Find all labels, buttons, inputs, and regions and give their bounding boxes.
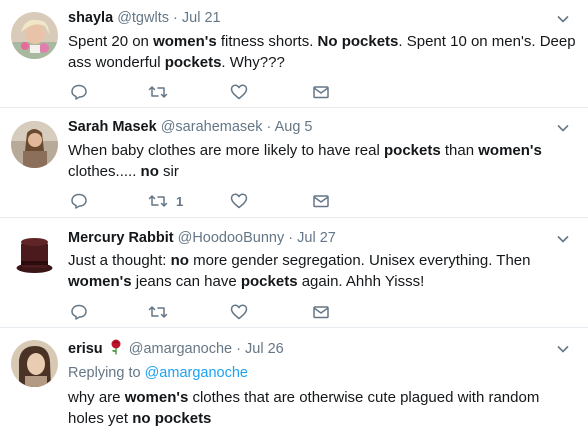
highlighted-keyword: no xyxy=(170,252,189,269)
tweet-feed: shayla @tgwlts · Jul 21 Spent 20 on wome… xyxy=(0,0,588,443)
display-name[interactable]: shayla xyxy=(68,10,113,26)
separator: · xyxy=(266,119,272,135)
text-segment: sir xyxy=(158,163,179,180)
tweet-header: shayla @tgwlts · Jul 21 xyxy=(68,9,221,27)
highlighted-keyword: women's xyxy=(124,389,189,406)
direct-message-button[interactable] xyxy=(312,302,330,322)
text-segment: fitness shorts. xyxy=(216,33,318,50)
highlighted-keyword: no pockets xyxy=(132,410,212,427)
tweet-actions xyxy=(68,82,338,102)
reply-icon xyxy=(71,84,87,100)
like-button[interactable] xyxy=(230,82,248,102)
like-button[interactable] xyxy=(230,302,248,322)
retweet-icon xyxy=(148,306,168,318)
reply-button[interactable] xyxy=(70,82,88,102)
text-segment: why are xyxy=(68,389,125,406)
chevron-down-icon[interactable] xyxy=(556,342,570,356)
avatar[interactable] xyxy=(11,340,58,387)
tweet-header: erisu @amarganoche · Jul 26 xyxy=(68,339,284,358)
rose-emoji xyxy=(111,339,121,355)
tweet-text: why are women's clothes that are otherwi… xyxy=(68,387,578,429)
direct-message-button[interactable] xyxy=(312,82,330,102)
highlighted-keyword: women's xyxy=(478,142,542,159)
highlighted-keyword: pockets xyxy=(164,54,222,71)
display-name[interactable]: erisu xyxy=(68,341,103,357)
text-segment: jeans can have xyxy=(131,273,241,290)
tweet-actions xyxy=(68,302,338,322)
reply-button[interactable] xyxy=(70,302,88,322)
heart-icon xyxy=(230,84,248,100)
tweet[interactable]: erisu @amarganoche · Jul 26 Replying to … xyxy=(0,328,588,443)
highlighted-keyword: pockets xyxy=(240,273,298,290)
retweet-icon xyxy=(148,86,168,98)
chevron-down-icon[interactable] xyxy=(556,12,570,26)
tweet-header: Sarah Masek @sarahemasek · Aug 5 xyxy=(68,118,312,136)
text-segment: than xyxy=(440,142,479,159)
retweet-count: 1 xyxy=(176,193,184,209)
text-segment: more gender segregation. Unisex everythi… xyxy=(188,252,531,269)
highlighted-keyword: women's xyxy=(68,273,132,290)
display-name[interactable]: Mercury Rabbit xyxy=(68,230,174,246)
display-name[interactable]: Sarah Masek xyxy=(68,119,157,135)
replying-to-handle[interactable]: @amarganoche xyxy=(145,365,248,381)
text-segment: again. Ahhh Yisss! xyxy=(297,273,425,290)
retweet-button[interactable] xyxy=(148,302,176,322)
retweet-icon xyxy=(148,195,168,207)
like-button[interactable] xyxy=(230,191,248,211)
reply-icon xyxy=(71,193,87,209)
highlighted-keyword: No pockets xyxy=(317,33,399,50)
avatar[interactable] xyxy=(11,121,58,168)
user-handle[interactable]: @tgwlts xyxy=(117,10,169,26)
highlighted-keyword: pockets xyxy=(384,142,441,159)
tweet-text: Just a thought: no more gender segregati… xyxy=(68,250,578,292)
timestamp[interactable]: Aug 5 xyxy=(275,119,313,135)
avatar[interactable] xyxy=(11,230,58,277)
heart-icon xyxy=(230,304,248,320)
timestamp[interactable]: Jul 26 xyxy=(245,341,284,357)
user-handle[interactable]: @sarahemasek xyxy=(161,119,263,135)
timestamp[interactable]: Jul 21 xyxy=(182,10,221,26)
tweet-actions: 1 xyxy=(68,191,338,211)
envelope-icon xyxy=(313,195,329,208)
tweet[interactable]: Mercury Rabbit @HoodooBunny · Jul 27 Jus… xyxy=(0,218,588,328)
text-segment: Spent 20 on xyxy=(68,33,154,50)
tweet[interactable]: shayla @tgwlts · Jul 21 Spent 20 on wome… xyxy=(0,0,588,108)
chevron-down-icon[interactable] xyxy=(556,121,570,135)
text-segment: clothes..... xyxy=(68,163,141,180)
tweet-header: Mercury Rabbit @HoodooBunny · Jul 27 xyxy=(68,229,336,247)
reply-icon xyxy=(71,304,87,320)
direct-message-button[interactable] xyxy=(312,191,330,211)
text-segment: Just a thought: xyxy=(68,252,171,269)
avatar[interactable] xyxy=(11,12,58,59)
heart-icon xyxy=(230,193,248,209)
reply-button[interactable] xyxy=(70,191,88,211)
retweet-button[interactable] xyxy=(148,82,176,102)
separator: · xyxy=(288,230,294,246)
replying-to-label: Replying to xyxy=(68,365,141,381)
tweet[interactable]: Sarah Masek @sarahemasek · Aug 5 When ba… xyxy=(0,108,588,218)
retweet-button[interactable]: 1 xyxy=(148,191,183,211)
highlighted-keyword: women's xyxy=(153,33,217,50)
timestamp[interactable]: Jul 27 xyxy=(297,230,336,246)
highlighted-keyword: no xyxy=(140,163,159,180)
tweet-text: Spent 20 on women's fitness shorts. No p… xyxy=(68,31,578,73)
chevron-down-icon[interactable] xyxy=(556,232,570,246)
tweet-text: When baby clothes are more likely to hav… xyxy=(68,140,578,182)
separator: · xyxy=(236,341,241,357)
user-handle[interactable]: @HoodooBunny xyxy=(178,230,285,246)
envelope-icon xyxy=(313,86,329,99)
separator: · xyxy=(173,10,178,26)
envelope-icon xyxy=(313,306,329,319)
text-segment: When baby clothes are more likely to hav… xyxy=(68,142,384,159)
user-handle[interactable]: @amarganoche xyxy=(129,341,232,357)
replying-to: Replying to @amarganoche xyxy=(68,363,248,383)
text-segment: . Why??? xyxy=(221,54,285,71)
